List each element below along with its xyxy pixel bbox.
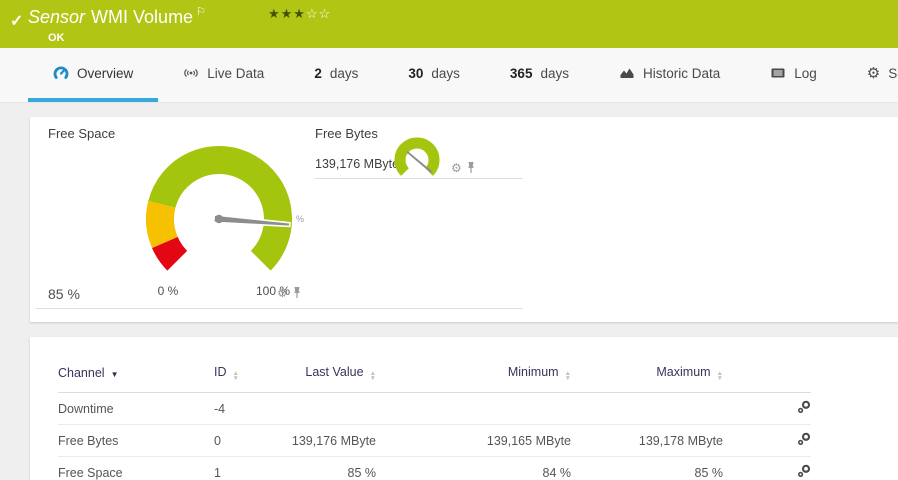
gear-icon: ⚙ bbox=[866, 64, 881, 82]
column-label: Maximum bbox=[656, 365, 711, 379]
tab-2-days[interactable]: 2 days bbox=[289, 48, 383, 102]
tab-label: Settings bbox=[888, 65, 898, 81]
priority-stars[interactable]: ★★★☆☆ bbox=[268, 6, 331, 22]
flag-icon[interactable]: ⚐ bbox=[196, 6, 206, 18]
tab-bar: Overview Live Data 2 days 30 days 365 da… bbox=[0, 48, 898, 103]
gear-icon[interactable]: ⚙ bbox=[277, 287, 288, 299]
channel-name: Free Bytes bbox=[58, 424, 214, 457]
page-title: Sensor WMI Volume ⚐ bbox=[28, 6, 206, 28]
pin-icon[interactable] bbox=[292, 286, 302, 299]
column-label: ID bbox=[214, 365, 227, 379]
channel-minimum: 84 % bbox=[376, 456, 571, 480]
table-header-row: Channel ▼ ID ▲ ▼ Last Value ▲ ▼ Minimum ▲ ▼ Max… bbox=[58, 357, 811, 393]
column-header-settings bbox=[723, 357, 811, 393]
free-bytes-gauge-tools: ⚙ bbox=[451, 161, 476, 174]
column-label: Minimum bbox=[507, 365, 559, 379]
tab-number: 365 bbox=[509, 65, 533, 81]
free-bytes-gauge-title: Free Bytes bbox=[315, 126, 378, 141]
gauge-icon bbox=[53, 66, 69, 79]
table-row-free-space[interactable]: Free Space 1 85 % 84 % 85 % bbox=[58, 456, 811, 480]
sort-desc-icon: ▼ bbox=[110, 370, 119, 379]
free-bytes-baseline bbox=[315, 178, 523, 179]
priority-stars-filled: ★★★ bbox=[268, 6, 306, 21]
sort-icon: ▲ ▼ bbox=[564, 370, 571, 382]
sensor-type-label: Sensor bbox=[28, 7, 86, 27]
channel-last-value bbox=[280, 392, 376, 425]
channel-settings-gears-icon[interactable] bbox=[797, 400, 811, 414]
gauge-min-label: 0 % bbox=[157, 284, 179, 298]
tab-label: Historic Data bbox=[642, 65, 721, 81]
free-space-current-value: 85 % bbox=[48, 286, 80, 302]
priority-stars-empty: ☆☆ bbox=[305, 6, 332, 21]
status-badge: OK bbox=[48, 32, 65, 44]
channels-table: Channel ▼ ID ▲ ▼ Last Value ▲ ▼ Minimum ▲ ▼ Max… bbox=[58, 357, 811, 480]
tab-label: days bbox=[431, 65, 460, 81]
channel-id: 0 bbox=[214, 424, 280, 457]
channel-name: Downtime bbox=[58, 392, 214, 425]
status-ok-check-icon: ✓ bbox=[10, 13, 24, 30]
channel-id: -4 bbox=[214, 392, 280, 425]
gauges-panel: Free Space % 0 % 100 % 85 % ⚙ Free Bytes… bbox=[30, 117, 898, 322]
channel-minimum: 139,165 MByte bbox=[376, 424, 571, 457]
channels-panel: Channel ▼ ID ▲ ▼ Last Value ▲ ▼ Minimum ▲ ▼ Max… bbox=[30, 337, 898, 480]
sort-icon: ▲ ▼ bbox=[369, 370, 376, 382]
tab-label: days bbox=[329, 65, 359, 81]
broadcast-icon bbox=[184, 69, 198, 77]
tab-365-days[interactable]: 365 days bbox=[485, 48, 594, 102]
tab-settings[interactable]: ⚙ Settings bbox=[842, 48, 898, 102]
tab-number: 2 bbox=[314, 65, 322, 81]
tab-label: days bbox=[540, 65, 569, 81]
tab-historic-data[interactable]: Historic Data bbox=[594, 48, 745, 102]
gear-icon[interactable]: ⚙ bbox=[451, 162, 462, 174]
channel-maximum: 85 % bbox=[571, 456, 723, 480]
tab-label: Overview bbox=[77, 65, 134, 81]
log-list-icon bbox=[771, 68, 785, 78]
column-header-id[interactable]: ID ▲ ▼ bbox=[214, 357, 280, 393]
tab-label: Log bbox=[794, 65, 817, 81]
tab-overview[interactable]: Overview bbox=[28, 48, 159, 102]
sensor-header: ✓ Sensor WMI Volume ⚐ ★★★☆☆ OK bbox=[0, 0, 898, 48]
column-label: Channel bbox=[58, 366, 105, 380]
content-area: Free Space % 0 % 100 % 85 % ⚙ Free Bytes… bbox=[0, 104, 898, 480]
channel-name: Free Space bbox=[58, 456, 214, 480]
channel-maximum: 139,178 MByte bbox=[571, 424, 723, 457]
tab-label: Live Data bbox=[207, 65, 265, 81]
sensor-name: WMI Volume bbox=[91, 7, 194, 27]
channel-last-value: 139,176 MByte bbox=[280, 424, 376, 457]
column-label: Last Value bbox=[305, 365, 364, 379]
area-chart-icon bbox=[620, 68, 634, 78]
pin-icon[interactable] bbox=[466, 161, 476, 174]
column-header-last-value[interactable]: Last Value ▲ ▼ bbox=[280, 357, 376, 393]
free-bytes-current-value: 139,176 MByte bbox=[315, 157, 400, 171]
channel-id: 1 bbox=[214, 456, 280, 480]
channel-minimum bbox=[376, 392, 571, 425]
channel-settings-gears-icon[interactable] bbox=[797, 432, 811, 446]
gauge-unit-label: % bbox=[296, 214, 305, 224]
tab-number: 30 bbox=[408, 65, 424, 81]
sort-icon: ▲ ▼ bbox=[232, 370, 239, 382]
channel-settings-gears-icon[interactable] bbox=[797, 464, 811, 478]
table-row-free-bytes[interactable]: Free Bytes 0 139,176 MByte 139,165 MByte… bbox=[58, 424, 811, 457]
sort-icon: ▲ ▼ bbox=[716, 370, 723, 382]
channel-last-value: 85 % bbox=[280, 456, 376, 480]
column-header-channel[interactable]: Channel ▼ bbox=[58, 357, 214, 393]
channel-maximum bbox=[571, 392, 723, 425]
tab-log[interactable]: Log bbox=[745, 48, 842, 102]
free-space-gauge-tools: ⚙ bbox=[277, 286, 302, 299]
free-space-baseline bbox=[36, 308, 523, 309]
tab-live-data[interactable]: Live Data bbox=[158, 48, 289, 102]
free-space-gauge-title: Free Space bbox=[48, 126, 116, 141]
column-header-maximum[interactable]: Maximum ▲ ▼ bbox=[571, 357, 723, 393]
free-space-gauge bbox=[146, 146, 292, 271]
table-row-downtime[interactable]: Downtime -4 bbox=[58, 392, 811, 425]
column-header-minimum[interactable]: Minimum ▲ ▼ bbox=[376, 357, 571, 393]
tab-30-days[interactable]: 30 days bbox=[383, 48, 485, 102]
